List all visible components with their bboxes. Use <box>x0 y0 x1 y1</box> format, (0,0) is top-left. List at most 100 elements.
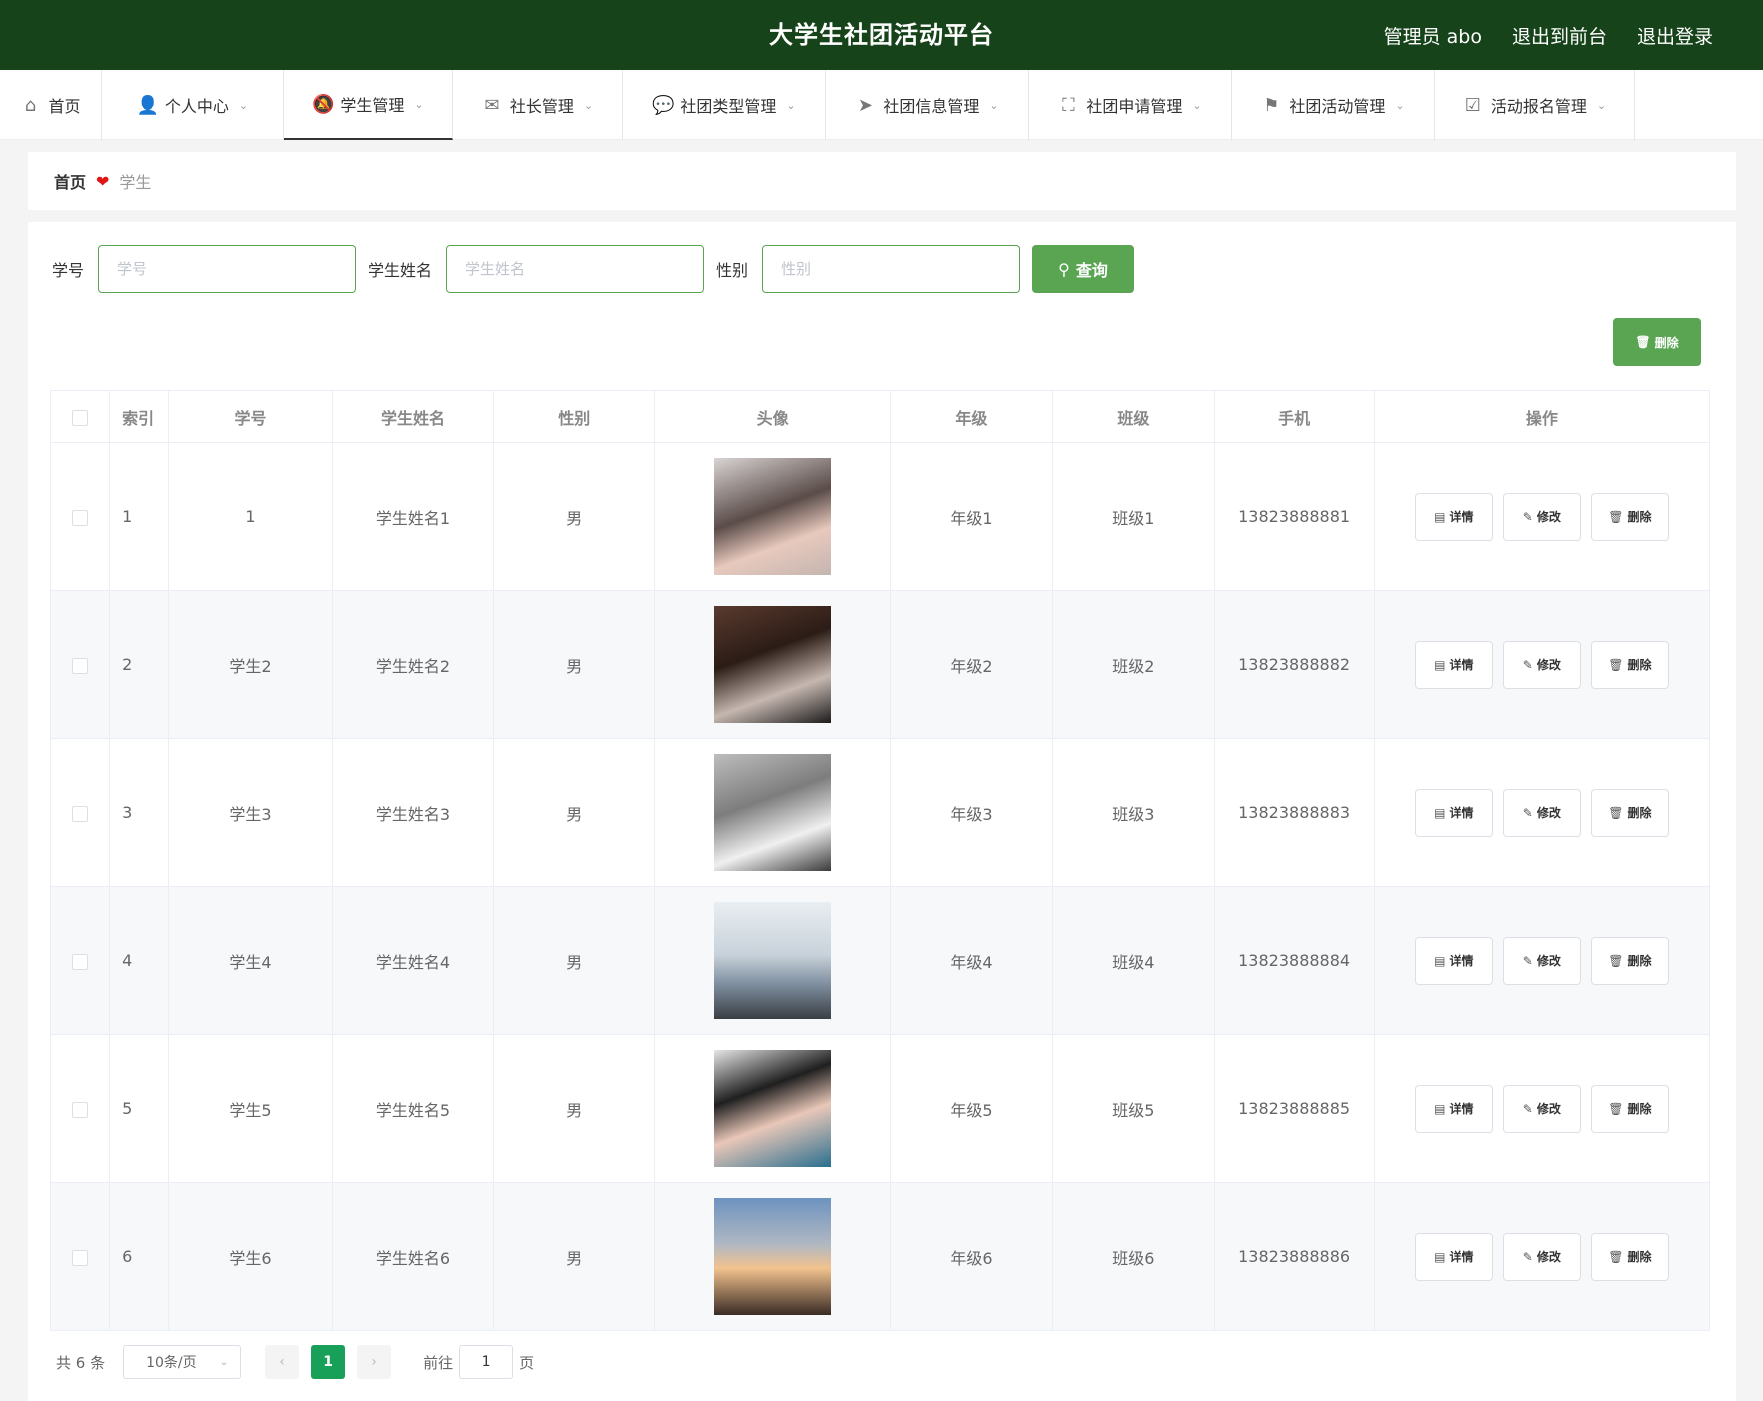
table-header-row: 索引 学号 学生姓名 性别 头像 年级 班级 手机 操作 <box>49 390 1711 443</box>
cell-actions: ▤ 详情 ✎ 修改 🗑 删除 <box>1373 886 1711 1035</box>
chat-icon: 💬 <box>652 94 675 116</box>
delete-button[interactable]: 🗑 删除 <box>1590 1232 1669 1281</box>
cell-class: 班级4 <box>1052 886 1215 1035</box>
avatar[interactable] <box>714 754 832 871</box>
student-id-input[interactable] <box>98 245 357 293</box>
query-button[interactable]: ⚲ 查询 <box>1032 245 1135 293</box>
cell-gender: 男 <box>493 886 656 1035</box>
edit-label: 修改 <box>1536 658 1561 672</box>
table-row: 2 学生2 学生姓名2 男年级2 班级2 13823888882 ▤ 详情 ✎ 修改 🗑 删除 <box>49 590 1711 739</box>
cell-student-name: 学生姓名1 <box>331 442 495 591</box>
edit-button[interactable]: ✎ 修改 <box>1502 1232 1581 1281</box>
edit-button[interactable]: ✎ 修改 <box>1502 788 1581 837</box>
document-icon: ▤ <box>1434 657 1446 672</box>
row-checkbox[interactable] <box>72 657 89 674</box>
row-actions: ▤ 详情 ✎ 修改 🗑 删除 <box>1375 640 1709 689</box>
cell-grade: 年级3 <box>889 738 1054 887</box>
home-icon: ⌂ <box>24 94 37 116</box>
avatar[interactable] <box>714 458 832 575</box>
page-size-value: 10条/页 <box>146 1355 197 1371</box>
nav-item-club-applications[interactable]: ⛶ 社团申请管理 ⌄ <box>1029 70 1232 140</box>
chevron-down-icon: ⌄ <box>219 1356 229 1368</box>
query-label: 查询 <box>1075 261 1108 280</box>
detail-button[interactable]: ▤ 详情 <box>1414 640 1493 689</box>
cell-actions: ▤ 详情 ✎ 修改 🗑 删除 <box>1373 1182 1711 1331</box>
col-header-phone: 手机 <box>1213 390 1375 443</box>
delete-button[interactable]: 🗑 删除 <box>1590 640 1669 689</box>
admin-user-label[interactable]: 管理员 abo <box>1384 22 1482 49</box>
row-checkbox[interactable] <box>72 805 89 822</box>
to-front-link[interactable]: 退出到前台 <box>1512 22 1607 49</box>
delete-button[interactable]: 🗑 删除 <box>1590 936 1669 985</box>
col-header-student-name: 学生姓名 <box>331 390 495 443</box>
edit-button[interactable]: ✎ 修改 <box>1502 936 1581 985</box>
document-icon: ▤ <box>1434 953 1446 968</box>
gender-label: 性别 <box>716 261 749 280</box>
detail-button[interactable]: ▤ 详情 <box>1414 788 1493 837</box>
select-all-checkbox[interactable] <box>72 409 89 426</box>
nav-item-presidents[interactable]: ✉ 社长管理 ⌄ <box>453 70 623 140</box>
chevron-down-icon: ⌄ <box>583 98 594 112</box>
chevron-down-icon: ⌄ <box>1192 98 1202 112</box>
cell-student-id: 学生3 <box>168 738 333 887</box>
goto-page-input[interactable] <box>459 1345 514 1379</box>
goto-prefix: 前往 <box>423 1353 454 1372</box>
cell-class: 班级3 <box>1052 738 1215 887</box>
cell-actions: ▤ 详情 ✎ 修改 🗑 删除 <box>1373 590 1711 739</box>
nav-item-students[interactable]: 🔕 学生管理 ⌄ <box>284 70 453 140</box>
student-name-input[interactable] <box>446 245 705 293</box>
col-header-avatar: 头像 <box>654 390 891 443</box>
heart-icon: ❤ <box>96 171 110 191</box>
nav-item-home[interactable]: ⌂ 首页 <box>0 70 102 140</box>
detail-button[interactable]: ▤ 详情 <box>1414 936 1493 985</box>
row-checkbox[interactable] <box>72 953 89 970</box>
delete-button[interactable]: 🗑 删除 <box>1590 492 1669 541</box>
batch-delete-button[interactable]: 🗑 删除 <box>1613 318 1701 366</box>
delete-label: 删除 <box>1627 658 1652 672</box>
edit-icon: ✎ <box>1522 953 1533 968</box>
nav-label: 社长管理 <box>509 97 574 116</box>
detail-button[interactable]: ▤ 详情 <box>1414 492 1493 541</box>
row-checkbox[interactable] <box>72 1249 89 1266</box>
prev-page-button[interactable]: ‹ <box>265 1345 300 1379</box>
gender-input[interactable] <box>762 245 1021 293</box>
col-header-class: 班级 <box>1052 390 1215 443</box>
avatar[interactable] <box>714 606 832 723</box>
page-number-current[interactable]: 1 <box>311 1345 346 1379</box>
nav-label: 社团类型管理 <box>680 97 777 116</box>
avatar[interactable] <box>714 1050 832 1167</box>
edit-label: 修改 <box>1536 954 1561 968</box>
edit-button[interactable]: ✎ 修改 <box>1502 1084 1581 1133</box>
chevron-down-icon: ⌄ <box>989 98 999 112</box>
nav-label: 首页 <box>48 97 81 116</box>
nav-item-profile[interactable]: 👤 个人中心 ⌄ <box>102 70 284 140</box>
nav-item-club-info[interactable]: ➤ 社团信息管理 ⌄ <box>826 70 1029 140</box>
nav-item-club-types[interactable]: 💬 社团类型管理 ⌄ <box>623 70 826 140</box>
detail-button[interactable]: ▤ 详情 <box>1414 1232 1493 1281</box>
cell-phone: 13823888885 <box>1213 1034 1375 1183</box>
cell-avatar <box>654 1182 891 1331</box>
flag-icon: ⚑ <box>1263 94 1280 116</box>
cell-avatar <box>654 886 891 1035</box>
row-checkbox[interactable] <box>72 509 89 526</box>
nav-item-club-activities[interactable]: ⚑ 社团活动管理 ⌄ <box>1232 70 1435 140</box>
page-size-select[interactable]: 10条/页 ⌄ <box>123 1345 242 1379</box>
nav-item-activity-signup[interactable]: ☑ 活动报名管理 ⌄ <box>1435 70 1635 140</box>
avatar[interactable] <box>714 1198 832 1315</box>
avatar[interactable] <box>714 902 832 1019</box>
cell-student-name: 学生姓名6 <box>331 1182 495 1331</box>
logout-link[interactable]: 退出登录 <box>1637 22 1713 49</box>
breadcrumb-home[interactable]: 首页 <box>54 169 86 193</box>
cell-student-name: 学生姓名4 <box>331 886 495 1035</box>
edit-button[interactable]: ✎ 修改 <box>1502 492 1581 541</box>
breadcrumb-current: 学生 <box>119 173 152 192</box>
search-icon: ⚲ <box>1058 259 1070 279</box>
cell-index: 4 <box>109 886 170 1035</box>
edit-button[interactable]: ✎ 修改 <box>1502 640 1581 689</box>
next-page-button[interactable]: › <box>357 1345 392 1379</box>
detail-button[interactable]: ▤ 详情 <box>1414 1084 1493 1133</box>
row-checkbox[interactable] <box>72 1101 89 1118</box>
delete-button[interactable]: 🗑 删除 <box>1590 1084 1669 1133</box>
cell-index: 2 <box>109 590 170 739</box>
delete-button[interactable]: 🗑 删除 <box>1590 788 1669 837</box>
